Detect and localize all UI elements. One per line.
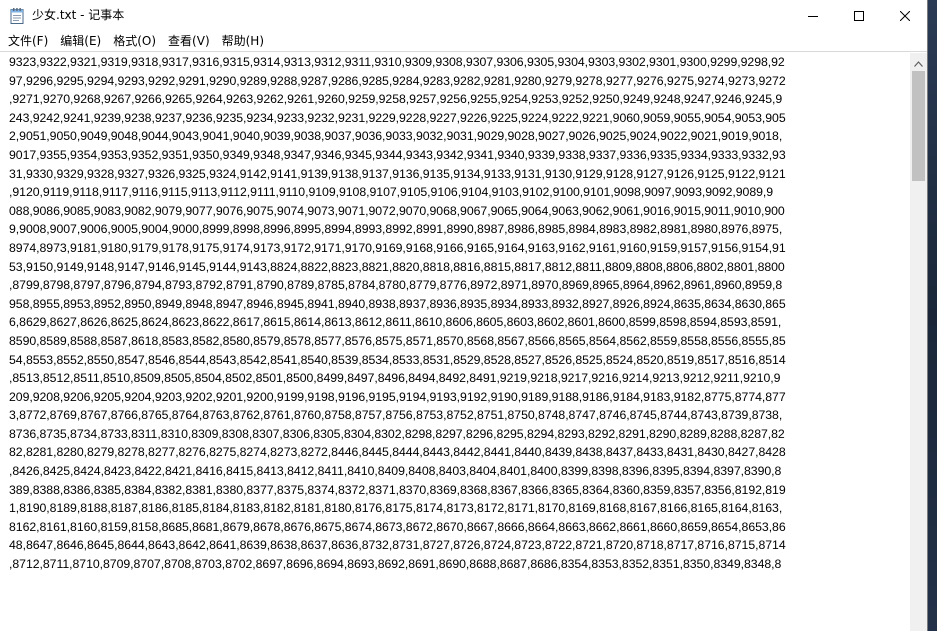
- text-line: ,8513,8512,8511,8510,8509,8505,8504,8502…: [9, 371, 781, 386]
- menu-bar: 文件(F) 编辑(E) 格式(O) 查看(V) 帮助(H): [0, 31, 927, 51]
- text-line: ,9120,9119,9118,9117,9116,9115,9113,9112…: [9, 185, 774, 200]
- text-line: 8736,8735,8734,8733,8311,8310,8309,8308,…: [9, 426, 785, 441]
- menu-file[interactable]: 文件(F): [2, 31, 54, 51]
- text-line: 6,8629,8627,8626,8625,8624,8623,8622,861…: [9, 315, 782, 330]
- text-line: 958,8955,8953,8952,8950,8949,8948,8947,8…: [9, 296, 786, 311]
- text-line: 8974,8973,9181,9180,9179,9178,9175,9174,…: [9, 240, 786, 255]
- text-line: 8590,8589,8588,8587,8618,8583,8582,8580,…: [9, 333, 786, 348]
- close-icon: [899, 6, 911, 25]
- close-button[interactable]: [882, 0, 927, 31]
- text-line: 209,9208,9206,9205,9204,9203,9202,9201,9…: [9, 389, 786, 404]
- text-line: 243,9242,9241,9239,9238,9237,9236,9235,9…: [9, 110, 786, 125]
- notepad-window: 少女.txt - 记事本 文件(F) 编辑(E) 格式(O) 查看(V) 帮助(…: [0, 0, 928, 631]
- text-line: 3,8772,8769,8767,8766,8765,8764,8763,876…: [9, 408, 783, 423]
- editor-frame: 9323,9322,9321,9319,9318,9317,9316,9315,…: [0, 51, 927, 631]
- text-editor[interactable]: 9323,9322,9321,9319,9318,9317,9316,9315,…: [9, 53, 909, 631]
- text-line: 9,9008,9007,9006,9005,9004,9000,8999,899…: [9, 222, 783, 237]
- minimize-icon: [808, 6, 818, 25]
- menu-format[interactable]: 格式(O): [107, 31, 162, 51]
- text-line: 2,9051,9050,9049,9048,9044,9043,9041,904…: [9, 129, 783, 144]
- text-line: 97,9296,9295,9294,9293,9292,9291,9290,92…: [9, 73, 786, 88]
- desktop-background: [928, 0, 937, 631]
- text-line: ,8712,8711,8710,8709,8707,8708,8703,8702…: [9, 557, 782, 572]
- text-line: 54,8553,8552,8550,8547,8546,8544,8543,85…: [9, 352, 786, 367]
- vertical-scrollbar[interactable]: [910, 53, 927, 631]
- text-line: 82,8281,8280,8279,8278,8277,8276,8275,82…: [9, 445, 786, 460]
- minimize-button[interactable]: [790, 0, 836, 31]
- title-bar[interactable]: 少女.txt - 记事本: [0, 0, 927, 31]
- text-line: 8162,8161,8160,8159,8158,8685,8681,8679,…: [9, 519, 786, 534]
- text-line: 53,9150,9149,9148,9147,9146,9145,9144,91…: [9, 259, 785, 274]
- text-line: ,8799,8798,8797,8796,8794,8793,8792,8791…: [9, 278, 783, 293]
- text-line: ,9271,9270,9268,9267,9266,9265,9264,9263…: [9, 92, 783, 107]
- menu-help[interactable]: 帮助(H): [216, 31, 270, 51]
- maximize-button[interactable]: [836, 0, 882, 31]
- text-line: 48,8647,8646,8645,8644,8643,8642,8641,86…: [9, 538, 786, 553]
- text-line: 1,8190,8189,8188,8187,8186,8185,8184,818…: [9, 501, 783, 516]
- window-controls: [790, 0, 927, 31]
- maximize-icon: [854, 6, 864, 25]
- text-line: ,8426,8425,8424,8423,8422,8421,8416,8415…: [9, 464, 782, 479]
- text-line: 389,8388,8386,8385,8384,8382,8381,8380,8…: [9, 482, 786, 497]
- chevron-up-icon: [914, 52, 923, 71]
- notepad-icon: [10, 7, 24, 24]
- text-line: 31,9330,9329,9328,9327,9326,9325,9324,91…: [9, 166, 786, 181]
- window-title: 少女.txt - 记事本: [32, 8, 125, 22]
- text-line: 088,9086,9085,9083,9082,9079,9077,9076,9…: [9, 203, 785, 218]
- menu-edit[interactable]: 编辑(E): [54, 31, 107, 51]
- scroll-thumb[interactable]: [912, 71, 925, 181]
- scroll-up-button[interactable]: [910, 53, 927, 70]
- text-line: 9017,9355,9354,9353,9352,9351,9350,9349,…: [9, 147, 786, 162]
- text-line: 9323,9322,9321,9319,9318,9317,9316,9315,…: [9, 55, 785, 69]
- menu-view[interactable]: 查看(V): [162, 31, 216, 51]
